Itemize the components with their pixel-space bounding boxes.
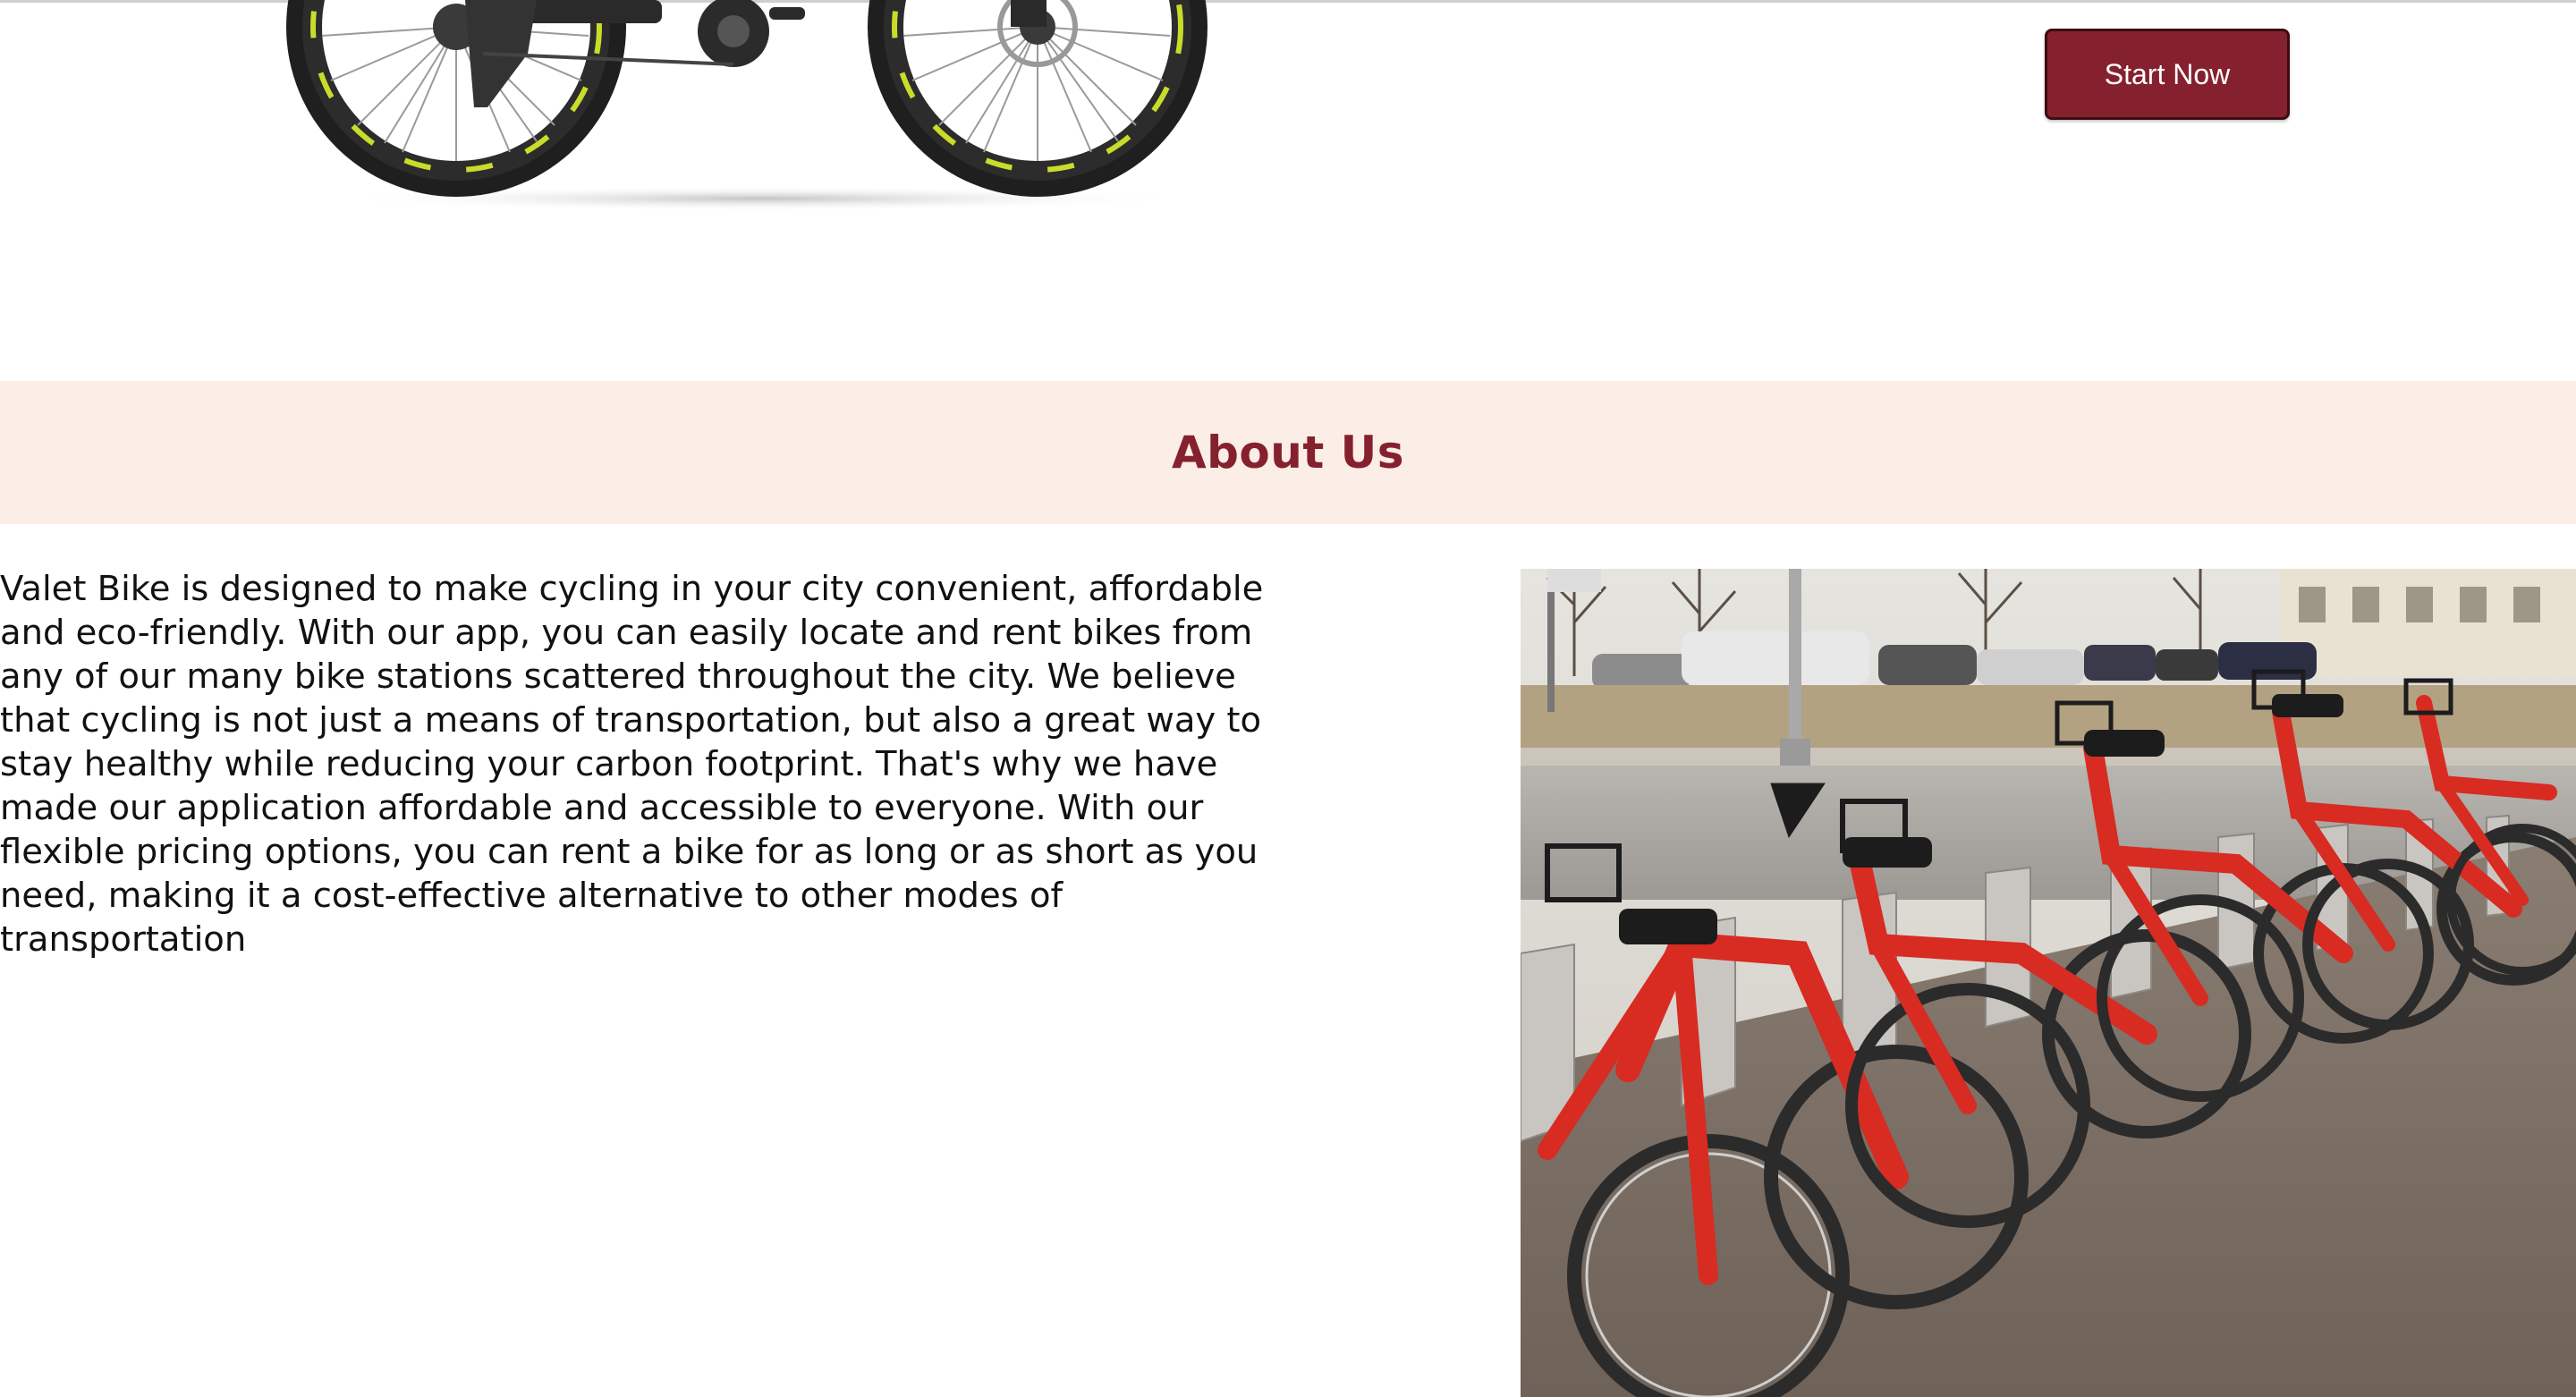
page: Start Now About Us Valet Bike is designe… xyxy=(0,0,2576,1397)
hero-bike-image xyxy=(286,0,1208,211)
about-us-header-band: About Us xyxy=(0,381,2576,524)
start-now-button[interactable]: Start Now xyxy=(2045,29,2290,120)
about-us-description: Valet Bike is designed to make cycling i… xyxy=(0,569,1264,960)
about-us-title: About Us xyxy=(1171,427,1405,478)
bike-station-photo xyxy=(1521,569,2576,1397)
